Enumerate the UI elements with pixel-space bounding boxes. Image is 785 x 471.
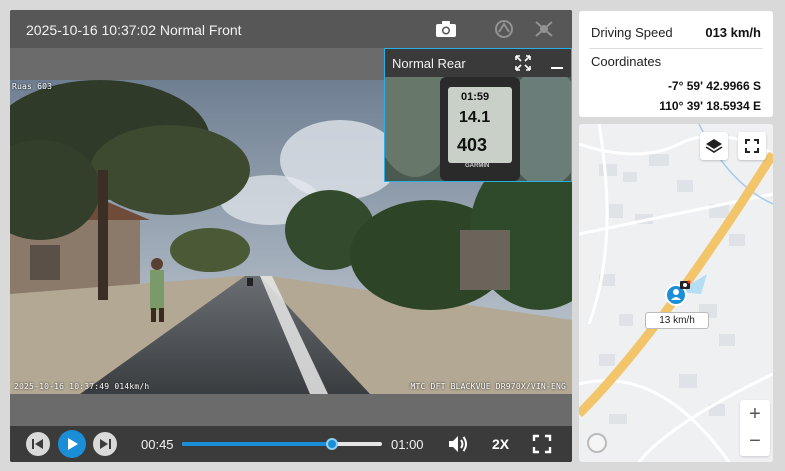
- next-frame-button[interactable]: [93, 432, 117, 456]
- zoom-controls: + −: [740, 400, 770, 456]
- rear-pip-header: Normal Rear: [385, 49, 571, 77]
- video-header: 2025-10-16 10:37:02 Normal Front: [10, 10, 572, 48]
- coordinates-label: Coordinates: [591, 54, 662, 69]
- video-panel: 2025-10-16 10:37:02 Normal Front Ruas 60…: [10, 10, 572, 462]
- osd-corner-text: Ruas 603: [12, 82, 53, 91]
- gps-brand: GARMIN: [465, 163, 490, 169]
- current-time: 00:45: [141, 437, 174, 452]
- ai-icon[interactable]: [492, 18, 516, 40]
- fullscreen-icon[interactable]: [532, 434, 552, 454]
- osd-device-info: MTC DFT BLACKVUE DR970X/VIN-ENG: [410, 382, 566, 391]
- gps-speed: 14.1: [459, 109, 491, 126]
- gps-distance: 403: [457, 135, 488, 155]
- gps-time: 01:59: [461, 91, 490, 103]
- minimize-icon[interactable]: [547, 53, 567, 73]
- latitude-value: -7° 59' 42.9966 S: [667, 79, 761, 93]
- rear-pip-title: Normal Rear: [392, 56, 466, 71]
- progress-fill: [182, 442, 332, 446]
- rear-camera-pip[interactable]: Normal Rear 01:59 14.1 403 GARMIN: [384, 48, 572, 182]
- compass-icon[interactable]: [587, 433, 607, 453]
- zoom-out-button[interactable]: −: [740, 428, 770, 456]
- total-time: 01:00: [391, 437, 424, 452]
- map-layers-icon[interactable]: [700, 132, 728, 160]
- playback-controls: 00:45 01:00 2X: [10, 426, 572, 462]
- osd-timestamp: 2025-10-16 10:37:49 014km/h: [14, 382, 150, 391]
- playback-speed-button[interactable]: 2X: [492, 436, 509, 452]
- divider: [589, 48, 763, 49]
- map-fullscreen-icon[interactable]: [738, 132, 766, 160]
- vehicle-marker-icon[interactable]: [665, 280, 691, 306]
- longitude-value: 110° 39' 18.5934 E: [659, 99, 761, 113]
- driving-info-card: Driving Speed 013 km/h Coordinates -7° 5…: [579, 11, 773, 117]
- map-view[interactable]: 13 km/h + −: [579, 124, 773, 462]
- vehicle-speed-tag: 13 km/h: [645, 312, 709, 329]
- zoom-in-button[interactable]: +: [740, 400, 770, 428]
- progress-slider[interactable]: [182, 438, 382, 450]
- video-title: 2025-10-16 10:37:02 Normal Front: [26, 22, 242, 38]
- effects-icon[interactable]: [532, 18, 556, 40]
- previous-frame-button[interactable]: [26, 432, 50, 456]
- dashcam-player-app: 2025-10-16 10:37:02 Normal Front Ruas 60…: [0, 0, 785, 471]
- driving-speed-value: 013 km/h: [705, 25, 761, 40]
- rear-camera-image: 01:59 14.1 403 GARMIN: [385, 77, 571, 181]
- driving-speed-label: Driving Speed: [591, 25, 673, 40]
- progress-thumb[interactable]: [326, 438, 338, 450]
- volume-icon[interactable]: [447, 434, 469, 454]
- play-button[interactable]: [58, 430, 86, 458]
- expand-icon[interactable]: [513, 53, 533, 73]
- camera-icon[interactable]: [434, 18, 458, 40]
